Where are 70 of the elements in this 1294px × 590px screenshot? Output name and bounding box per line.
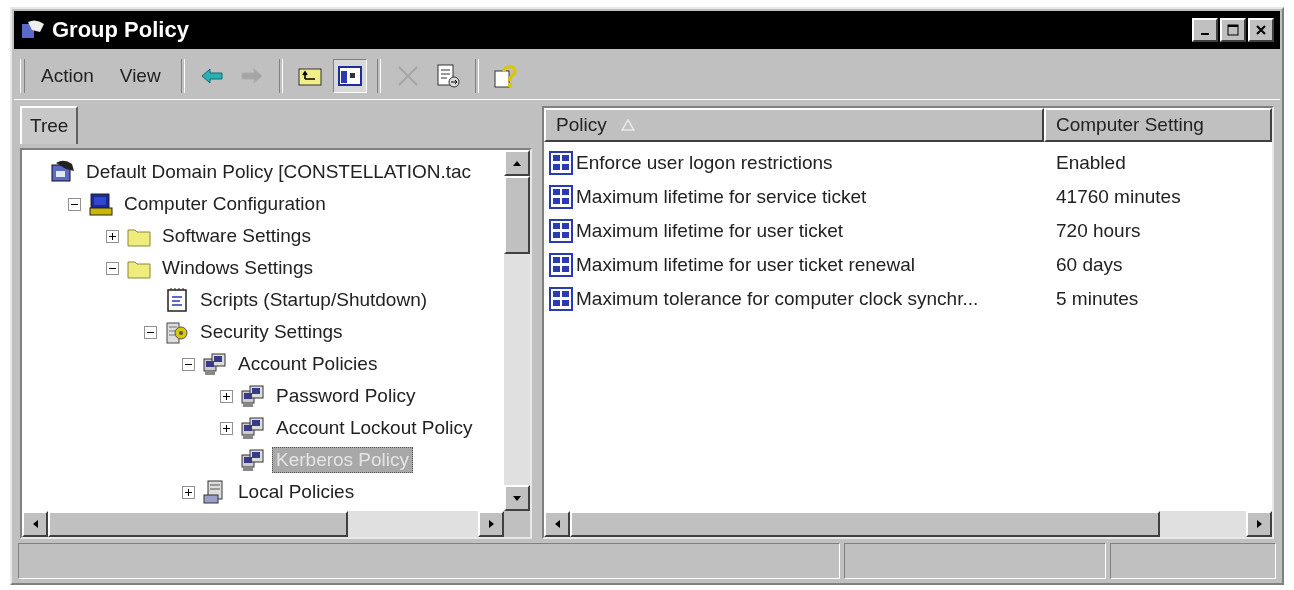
tree-item[interactable]: Windows Settings — [158, 255, 317, 281]
policy-name[interactable]: Maximum lifetime for service ticket — [576, 186, 867, 208]
close-button[interactable] — [1248, 18, 1274, 42]
scrollbar-corner — [504, 511, 530, 537]
expand-toggle[interactable] — [219, 421, 233, 435]
tree-item[interactable]: Account Policies — [234, 351, 382, 377]
scroll-right-button[interactable] — [478, 511, 504, 537]
export-list-icon — [434, 63, 461, 89]
computers-icon — [240, 415, 266, 441]
help-icon — [492, 63, 519, 89]
setting-value: Enabled — [1055, 152, 1127, 174]
column-header[interactable]: Policy — [544, 108, 1044, 142]
expand-toggle[interactable] — [105, 229, 119, 243]
computer-icon — [88, 191, 114, 217]
tree-item[interactable]: Software Settings — [158, 223, 315, 249]
policy-setting-icon — [548, 252, 574, 278]
scroll-down-button[interactable] — [504, 485, 530, 511]
menu-item[interactable]: View — [109, 61, 171, 91]
toolbar-button[interactable] — [332, 59, 367, 93]
scroll-thumb[interactable] — [504, 176, 530, 254]
scroll-right-button[interactable] — [1246, 511, 1272, 537]
policy-setting-icon — [548, 150, 574, 176]
expand-toggle[interactable] — [181, 357, 195, 371]
tree-item[interactable]: Local Policies — [234, 479, 359, 505]
setting-value: 5 minutes — [1055, 288, 1140, 310]
computers-icon — [240, 383, 266, 409]
tree-item[interactable]: Account Lockout Policy — [272, 415, 477, 441]
policy-icon — [50, 159, 76, 185]
expand-toggle[interactable] — [143, 325, 157, 339]
horizontal-scrollbar[interactable] — [544, 511, 1272, 537]
policy-name[interactable]: Maximum tolerance for computer clock synchr... — [576, 288, 979, 310]
close-icon — [1255, 24, 1267, 36]
minimize-icon — [1201, 33, 1209, 35]
script-icon — [164, 287, 190, 313]
maximize-icon — [1227, 24, 1239, 36]
menu-item[interactable]: Action — [31, 61, 104, 91]
maximize-button[interactable] — [1220, 18, 1246, 42]
tree-item[interactable]: Computer Configuration — [120, 191, 330, 217]
scroll-left-button[interactable] — [22, 511, 48, 537]
scroll-up-button[interactable] — [504, 150, 530, 176]
expand-toggle[interactable] — [219, 389, 233, 403]
window-title: Group Policy — [52, 17, 190, 43]
computers-icon — [240, 447, 266, 473]
policy-setting-icon — [548, 286, 574, 312]
expand-toggle[interactable] — [181, 485, 195, 499]
scroll-left-button[interactable] — [544, 511, 570, 537]
tree-item[interactable]: Password Policy — [272, 383, 420, 409]
security-icon — [164, 319, 190, 345]
tree-pane-icon — [336, 63, 363, 89]
policy-setting-icon — [548, 184, 574, 210]
policy-name[interactable]: Maximum lifetime for user ticket renewal — [576, 254, 915, 276]
horizontal-scrollbar[interactable] — [22, 511, 504, 537]
column-header[interactable]: Computer Setting — [1044, 108, 1272, 142]
policy-name[interactable]: Maximum lifetime for user ticket — [576, 220, 844, 242]
expand-toggle[interactable] — [105, 261, 119, 275]
setting-value: 60 days — [1055, 254, 1124, 276]
scroll-thumb[interactable] — [48, 511, 348, 537]
minimize-button[interactable] — [1192, 18, 1218, 42]
tree-item[interactable]: Scripts (Startup/Shutdown) — [196, 287, 432, 313]
policy-name[interactable]: Enforce user logon restrictions — [576, 152, 833, 174]
vertical-scrollbar[interactable] — [504, 150, 530, 511]
tab[interactable]: Tree — [20, 106, 79, 144]
tree-item[interactable]: Security Settings — [196, 319, 347, 345]
tree-item[interactable]: Default Domain Policy [CONSTELLATION.tac — [82, 159, 476, 185]
policy-setting-icon — [548, 218, 574, 244]
setting-value: 720 hours — [1055, 220, 1142, 242]
setting-value: 41760 minutes — [1055, 186, 1182, 208]
expand-toggle[interactable] — [67, 197, 81, 211]
computers-icon — [202, 351, 228, 377]
scroll-thumb[interactable] — [570, 511, 1160, 537]
